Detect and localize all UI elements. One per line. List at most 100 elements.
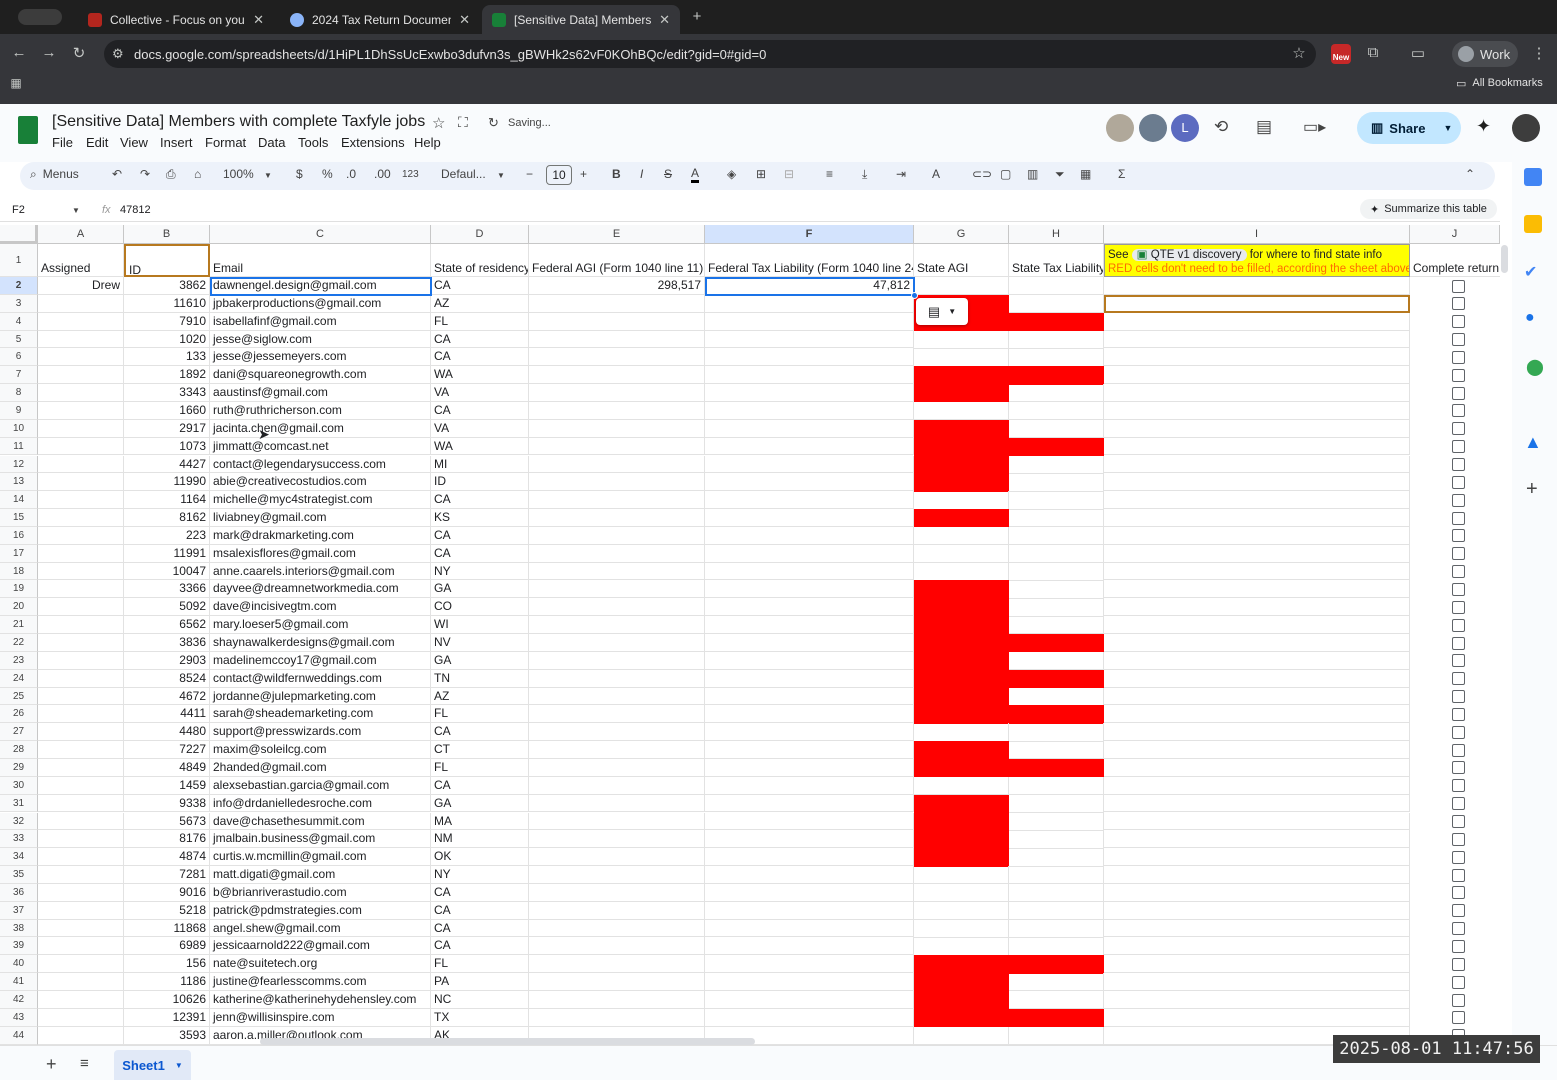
insert-link-icon[interactable]: ⊂⊃ — [972, 167, 992, 181]
cell-state-tax[interactable] — [1009, 634, 1104, 653]
cell-state-agi[interactable] — [914, 580, 1009, 599]
cell-id[interactable]: 11991 — [124, 544, 210, 563]
cell-liab[interactable] — [705, 991, 914, 1009]
cell-state[interactable]: AZ — [431, 294, 529, 313]
complete-return-checkbox[interactable] — [1452, 672, 1465, 686]
cell-email[interactable]: patrick@pdmstrategies.com — [210, 901, 431, 920]
complete-return-checkbox[interactable] — [1452, 707, 1465, 721]
cell-notes[interactable] — [1104, 312, 1410, 331]
cell-id[interactable]: 9016 — [124, 883, 210, 902]
header-cell-e[interactable]: Federal AGI (Form 1040 line 11) — [529, 244, 705, 277]
cell-state[interactable]: TX — [431, 1008, 529, 1027]
cell-notes[interactable] — [1104, 866, 1410, 884]
row-header[interactable]: 18 — [0, 562, 38, 581]
cell-email[interactable]: liviabney@gmail.com — [210, 509, 431, 527]
cell-state-tax[interactable] — [1009, 883, 1104, 903]
star-icon[interactable]: ☆ — [432, 114, 445, 132]
cell-liab[interactable] — [705, 330, 914, 349]
complete-return-checkbox[interactable] — [1452, 850, 1465, 864]
cell-assigned[interactable] — [38, 794, 124, 813]
print-icon[interactable]: ⎙ — [166, 167, 176, 182]
cell-email[interactable]: shaynawalkerdesigns@gmail.com — [210, 634, 431, 652]
browser-menu-icon[interactable]: ⋮ — [1528, 44, 1550, 62]
cell-state[interactable]: CA — [431, 277, 529, 295]
insert-comment-icon[interactable]: ▢ — [1000, 167, 1011, 181]
cell-id[interactable]: 3862 — [124, 277, 210, 295]
cell-state-tax[interactable] — [1009, 723, 1104, 742]
cell-id[interactable]: 11610 — [124, 294, 210, 313]
cell-id[interactable]: 156 — [124, 955, 210, 974]
cell-notes[interactable] — [1104, 401, 1410, 420]
paint-format-icon[interactable]: ⌂ — [194, 167, 201, 181]
cell-agi[interactable] — [529, 580, 705, 599]
cell-state-tax[interactable] — [1009, 348, 1104, 367]
cell-id[interactable]: 1459 — [124, 776, 210, 795]
cell-state-agi[interactable] — [914, 384, 1009, 403]
cell-assigned[interactable] — [38, 419, 124, 438]
borders-icon[interactable]: ⊞ — [756, 167, 766, 181]
cell-state-agi[interactable] — [914, 955, 1009, 974]
cell-state[interactable]: GA — [431, 794, 529, 813]
site-info-icon[interactable]: ⚙ — [112, 46, 124, 62]
back-icon[interactable]: ← — [8, 44, 30, 61]
cell-state-tax[interactable] — [1009, 509, 1104, 528]
cell-state[interactable]: GA — [431, 580, 529, 599]
cell-liab[interactable] — [705, 723, 914, 742]
cell-state-tax[interactable] — [1009, 651, 1104, 671]
cell-state-tax[interactable] — [1009, 401, 1104, 421]
cell-state-agi[interactable] — [914, 741, 1009, 760]
column-header-b[interactable]: B — [124, 225, 210, 244]
row-header[interactable]: 27 — [0, 723, 38, 742]
cell-notes[interactable] — [1104, 973, 1410, 991]
cell-state-tax[interactable] — [1009, 455, 1104, 474]
collaborator-avatar[interactable]: L — [1171, 114, 1199, 142]
cell-agi[interactable] — [529, 901, 705, 920]
paste-options-chip[interactable]: ▤ ▼ — [916, 298, 968, 325]
cell-id[interactable]: 4427 — [124, 455, 210, 474]
cell-state-tax[interactable] — [1009, 366, 1104, 385]
cell-state-agi[interactable] — [914, 634, 1009, 653]
cell-agi[interactable] — [529, 384, 705, 402]
complete-return-checkbox[interactable] — [1452, 743, 1465, 757]
cell-state[interactable]: GA — [431, 651, 529, 670]
cell-id[interactable]: 8524 — [124, 669, 210, 688]
more-formats[interactable]: 123 — [402, 169, 419, 180]
bold-button[interactable]: B — [612, 167, 621, 181]
cell-state[interactable]: OK — [431, 848, 529, 867]
cell-notes[interactable] — [1104, 669, 1410, 688]
cell-id[interactable]: 8162 — [124, 509, 210, 527]
cell-liab[interactable] — [705, 419, 914, 438]
cell-agi[interactable] — [529, 866, 705, 884]
appsheet-icon[interactable]: ▲ — [1524, 432, 1542, 453]
cell-state[interactable]: TN — [431, 669, 529, 688]
cell-id[interactable]: 4874 — [124, 848, 210, 867]
cell-state[interactable]: FL — [431, 955, 529, 974]
row-header[interactable]: 4 — [0, 312, 38, 331]
browser-tab-collective[interactable]: Collective - Focus on your pa ✕ — [78, 5, 274, 34]
cell-id[interactable]: 7227 — [124, 741, 210, 759]
cell-state[interactable]: MA — [431, 812, 529, 831]
complete-return-checkbox[interactable] — [1452, 529, 1465, 543]
row-header[interactable]: 30 — [0, 776, 38, 795]
cell-state-tax[interactable] — [1009, 669, 1104, 689]
cell-state-agi[interactable] — [914, 616, 1009, 635]
cell-agi[interactable] — [529, 794, 705, 813]
complete-return-checkbox[interactable] — [1452, 922, 1465, 936]
cell-id[interactable]: 4849 — [124, 758, 210, 777]
row-header[interactable]: 37 — [0, 901, 38, 920]
cell-assigned[interactable] — [38, 437, 124, 456]
cell-state-agi[interactable] — [914, 473, 1009, 492]
cell-state[interactable]: FL — [431, 758, 529, 777]
cell-liab[interactable]: 47,812 — [705, 277, 914, 295]
cell-liab[interactable] — [705, 883, 914, 902]
cell-agi[interactable] — [529, 723, 705, 742]
cell-state-tax[interactable] — [1009, 294, 1104, 314]
cell-id[interactable]: 5092 — [124, 598, 210, 617]
complete-return-checkbox[interactable] — [1452, 440, 1465, 454]
cell-email[interactable]: aaustinsf@gmail.com — [210, 384, 431, 402]
cell-email[interactable]: jessicaarnold222@gmail.com — [210, 937, 431, 956]
cell-state[interactable]: MI — [431, 455, 529, 474]
cell-notes[interactable] — [1104, 687, 1410, 706]
menu-extensions[interactable]: Extensions — [341, 135, 405, 150]
extension-icon[interactable]: New — [1331, 44, 1351, 64]
